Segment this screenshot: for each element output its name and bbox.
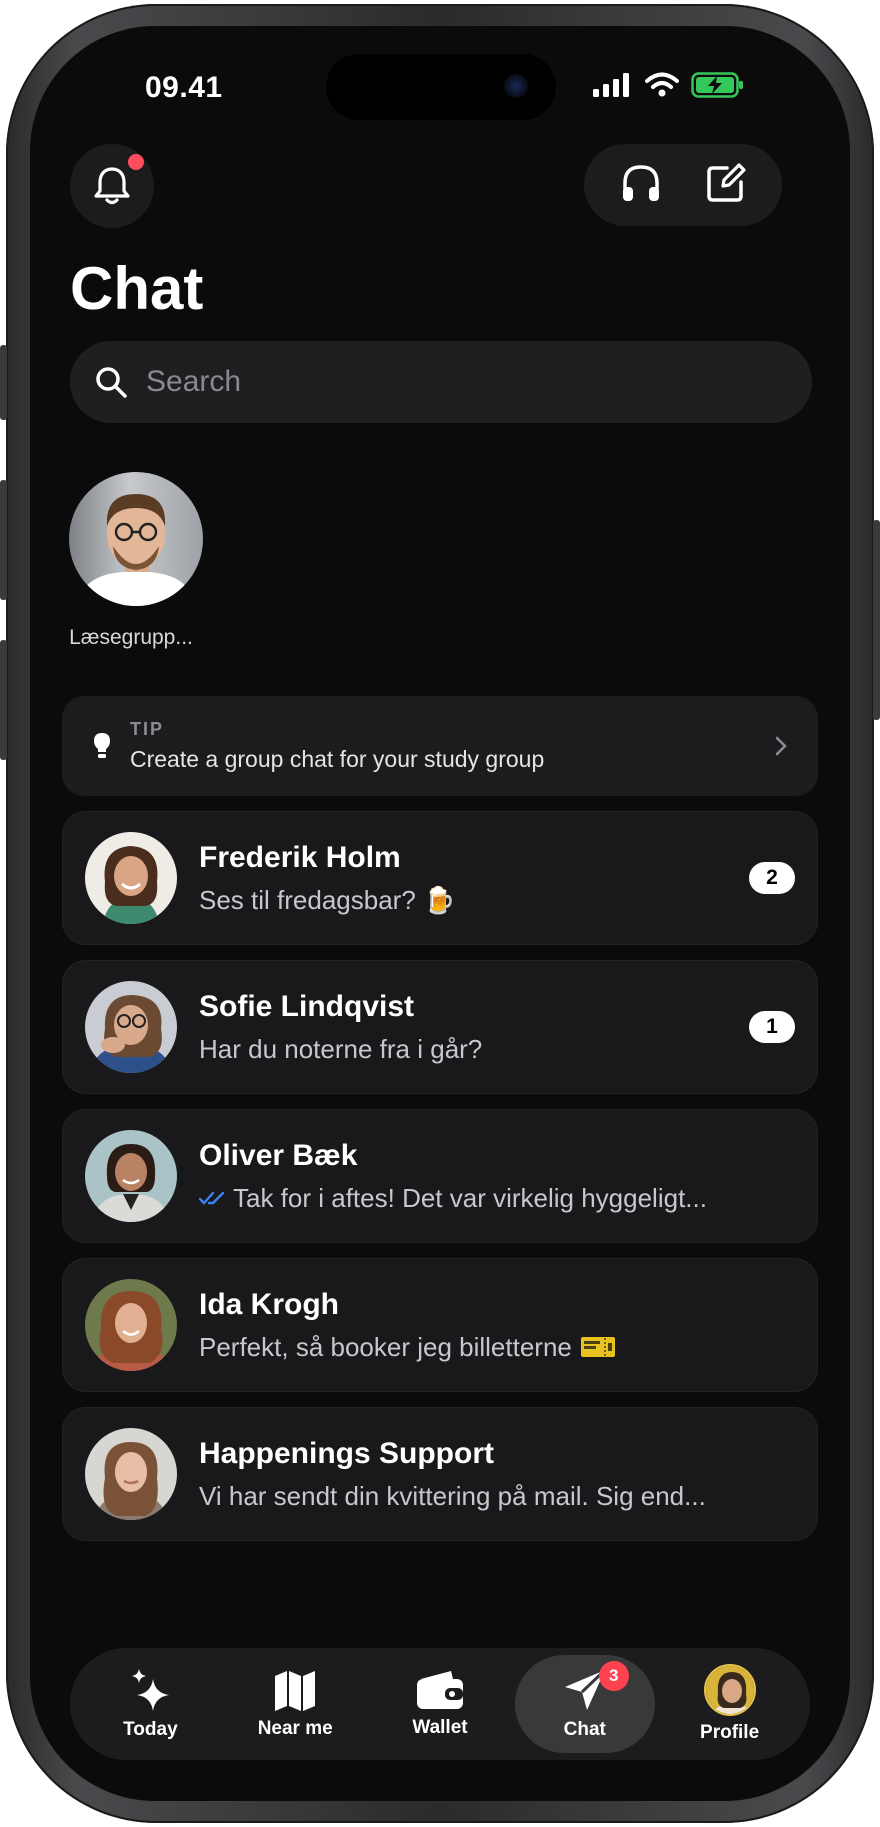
chat-badge: 3 [598, 1661, 629, 1691]
tab-label: Chat [563, 1719, 606, 1740]
chat-name: Ida Krogh [199, 1287, 339, 1321]
compose-icon [707, 162, 746, 202]
page-title: Chat [70, 255, 204, 322]
phone-screen: 09.41 Chat Search Læsegrupp... TIP Creat… [30, 26, 850, 1801]
battery-charging-icon [691, 72, 743, 98]
lightbulb-icon [94, 733, 110, 758]
avatar [85, 1130, 177, 1222]
chat-name: Sofie Lindqvist [199, 989, 415, 1023]
avatar [85, 981, 177, 1073]
chat-item-happenings-support[interactable]: Happenings Support Vi har sendt din kvit… [62, 1407, 818, 1541]
chat-item-ida-krogh[interactable]: Ida Krogh Perfekt, så booker jeg billett… [62, 1258, 818, 1392]
unread-badge: 2 [749, 862, 795, 894]
search-input[interactable] [146, 365, 766, 399]
chat-preview-row: Tak for i aftes! Det var virkelig hyggel… [199, 1183, 817, 1214]
chat-item-frederik-holm[interactable]: Frederik Holm Ses til fredagsbar? 🍺 2 [62, 811, 818, 945]
chat-preview: Tak for i aftes! Det var virkelig hyggel… [233, 1182, 707, 1213]
tip-kicker: TIP [130, 719, 165, 739]
avatar [85, 1279, 177, 1371]
status-icons [593, 72, 745, 98]
story-label: Læsegrupp... [69, 626, 193, 649]
story-avatar [69, 472, 203, 606]
wifi-icon [645, 72, 679, 97]
tab-near-me[interactable]: Near me [225, 1655, 365, 1753]
tab-label: Profile [700, 1722, 760, 1743]
chat-item-oliver-baek[interactable]: Oliver Bæk Tak for i aftes! Det var virk… [62, 1109, 818, 1243]
avatar [85, 1428, 177, 1520]
chat-item-sofie-lindqvist[interactable]: Sofie Lindqvist Har du noterne fra i går… [62, 960, 818, 1094]
avatar [703, 1664, 756, 1716]
action-button [0, 345, 7, 420]
search-bar[interactable] [70, 341, 812, 423]
ticket-icon [580, 1337, 615, 1357]
sparkles-icon [132, 1669, 170, 1711]
wallet-icon [416, 1671, 463, 1709]
chat-preview-row: Perfekt, så booker jeg billetterne [199, 1332, 817, 1363]
headphones-icon [623, 164, 659, 201]
unread-badge: 1 [749, 1011, 795, 1043]
tab-label: Near me [257, 1718, 333, 1739]
notifications-button[interactable] [70, 144, 154, 228]
story-item[interactable]: Læsegrupp... [66, 472, 206, 650]
dynamic-island [326, 54, 556, 120]
tab-today[interactable]: Today [80, 1655, 220, 1753]
status-time: 09.41 [145, 71, 223, 104]
tab-bar: Today Near me Wallet Chat 3 Profile [70, 1648, 810, 1760]
tip-banner[interactable]: TIP Create a group chat for your study g… [62, 696, 818, 796]
support-button[interactable] [619, 161, 663, 210]
chat-name: Oliver Bæk [199, 1138, 358, 1172]
chat-preview: Vi har sendt din kvittering på mail. Sig… [199, 1480, 706, 1511]
tab-label: Wallet [412, 1717, 468, 1738]
chat-name: Happenings Support [199, 1436, 494, 1470]
tab-label: Today [123, 1719, 178, 1740]
compose-button[interactable] [705, 162, 747, 209]
read-receipt-icon [199, 1191, 225, 1205]
tab-wallet[interactable]: Wallet [370, 1655, 510, 1753]
avatar [85, 832, 177, 924]
notification-dot [128, 154, 144, 170]
search-icon [96, 367, 127, 398]
chevron-right-icon [775, 736, 787, 756]
power-button [873, 520, 880, 720]
tip-text: Create a group chat for your study group [130, 746, 545, 772]
chat-preview: Har du noterne fra i går? [199, 1033, 483, 1064]
volume-up-button [0, 480, 7, 600]
map-icon [275, 1671, 316, 1711]
signal-icon [593, 73, 629, 97]
chat-name: Frederik Holm [199, 840, 401, 874]
chat-preview: Perfekt, så booker jeg billetterne [199, 1331, 572, 1362]
tab-chat[interactable]: Chat 3 [514, 1655, 655, 1753]
volume-down-button [0, 640, 7, 760]
tab-profile[interactable]: Profile [660, 1655, 800, 1753]
bell-icon [94, 167, 130, 205]
header-actions [584, 144, 782, 226]
chat-preview: Ses til fredagsbar? 🍺 [199, 884, 456, 915]
